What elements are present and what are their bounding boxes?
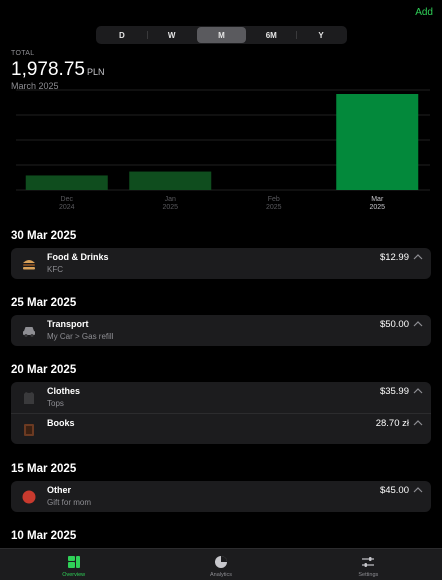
transaction-category: Food & Drinks	[47, 252, 109, 262]
period-m-button[interactable]: M	[196, 27, 247, 43]
tab-settings[interactable]: Settings	[295, 549, 442, 580]
day-header: 15 Mar 2025	[11, 463, 77, 475]
transaction-note: Tops	[47, 399, 64, 408]
chart-tick-label: Jan	[165, 196, 176, 203]
chevron-up-icon[interactable]	[413, 486, 423, 494]
day-header: 25 Mar 2025	[11, 297, 77, 309]
transaction-category: Other	[47, 485, 72, 495]
transaction-amount: $12.99	[379, 252, 409, 263]
chart-tick-label: Dec	[61, 196, 74, 203]
chart-svg: Dec2024Jan2025Feb2025Mar2025	[16, 89, 430, 211]
transaction-row[interactable]: Books 28.70 zł	[11, 413, 431, 444]
day-header: 10 Mar 2025	[11, 530, 77, 542]
transaction-category: Transport	[47, 319, 89, 329]
burger-icon	[21, 256, 37, 272]
book-icon	[21, 422, 37, 438]
chart-tick-label: 2025	[369, 204, 385, 211]
tab-bar: Overview Analytics Settings	[0, 548, 442, 580]
total-amount: 1,978.75 PLN	[11, 59, 104, 81]
chevron-up-icon[interactable]	[413, 253, 423, 261]
day-header: 30 Mar 2025	[11, 230, 77, 242]
chart-bar[interactable]	[129, 171, 212, 190]
transaction-amount: $50.00	[379, 319, 409, 330]
total-value: 1,978.75	[11, 59, 85, 80]
chart-tick-label: Mar	[371, 196, 384, 203]
tab-analytics[interactable]: Analytics	[147, 549, 294, 580]
transaction-row[interactable]: Transport My Car > Gas refill $50.00	[11, 315, 431, 346]
period-w-button[interactable]: W	[146, 27, 197, 43]
chart-bar[interactable]	[336, 94, 419, 190]
pie-chart-icon	[213, 555, 229, 569]
transaction-category: Clothes	[47, 386, 81, 396]
transaction-row[interactable]: Food & Drinks KFC $12.99	[11, 248, 431, 279]
transaction-group: Other Gift for mom $45.00	[11, 481, 431, 512]
chart-tick-label: 2025	[266, 204, 282, 211]
chevron-up-icon[interactable]	[413, 419, 423, 427]
transaction-category: Books	[47, 418, 75, 428]
tab-label: Settings	[358, 572, 379, 578]
tab-label: Analytics	[209, 572, 232, 578]
transaction-group: Clothes Tops $35.99 Books 28.70 zł	[11, 382, 431, 444]
tab-label: Overview	[62, 572, 86, 578]
tab-overview[interactable]: Overview	[0, 549, 147, 580]
car-icon	[21, 323, 37, 339]
overview-icon	[66, 555, 82, 569]
shirt-icon	[21, 390, 37, 406]
chart-bar[interactable]	[25, 175, 108, 190]
period-y-button[interactable]: Y	[296, 27, 346, 43]
chevron-up-icon[interactable]	[413, 387, 423, 395]
transaction-note: Gift for mom	[47, 498, 92, 507]
chart-tick-label: Feb	[268, 196, 280, 203]
transaction-group: Transport My Car > Gas refill $50.00	[11, 315, 431, 346]
transaction-row[interactable]: Clothes Tops $35.99	[11, 382, 431, 413]
add-button[interactable]: Add	[415, 7, 433, 18]
period-d-button[interactable]: D	[97, 27, 147, 43]
transaction-note: My Car > Gas refill	[47, 332, 114, 341]
transaction-amount: 28.70 zł	[375, 418, 409, 429]
transaction-note: KFC	[47, 265, 63, 274]
day-header: 20 Mar 2025	[11, 364, 77, 376]
period-6m-button[interactable]: 6M	[246, 27, 296, 43]
total-label: TOTAL	[11, 50, 35, 57]
transaction-group: Food & Drinks KFC $12.99	[11, 248, 431, 279]
period-segmented-control: D W M 6M Y	[96, 26, 347, 44]
transaction-amount: $35.99	[379, 386, 409, 397]
red-circle-icon	[21, 489, 37, 505]
chart-tick-label: 2025	[162, 204, 178, 211]
chart-tick-label: 2024	[59, 204, 75, 211]
monthly-chart: Dec 2024 Jan 2025 Feb 2025 Mar 2025	[16, 88, 430, 212]
chevron-up-icon[interactable]	[413, 320, 423, 328]
total-currency: PLN	[86, 67, 105, 77]
transaction-amount: $45.00	[379, 485, 409, 496]
transaction-row[interactable]: Other Gift for mom $45.00	[11, 481, 431, 512]
sliders-icon	[360, 555, 376, 569]
